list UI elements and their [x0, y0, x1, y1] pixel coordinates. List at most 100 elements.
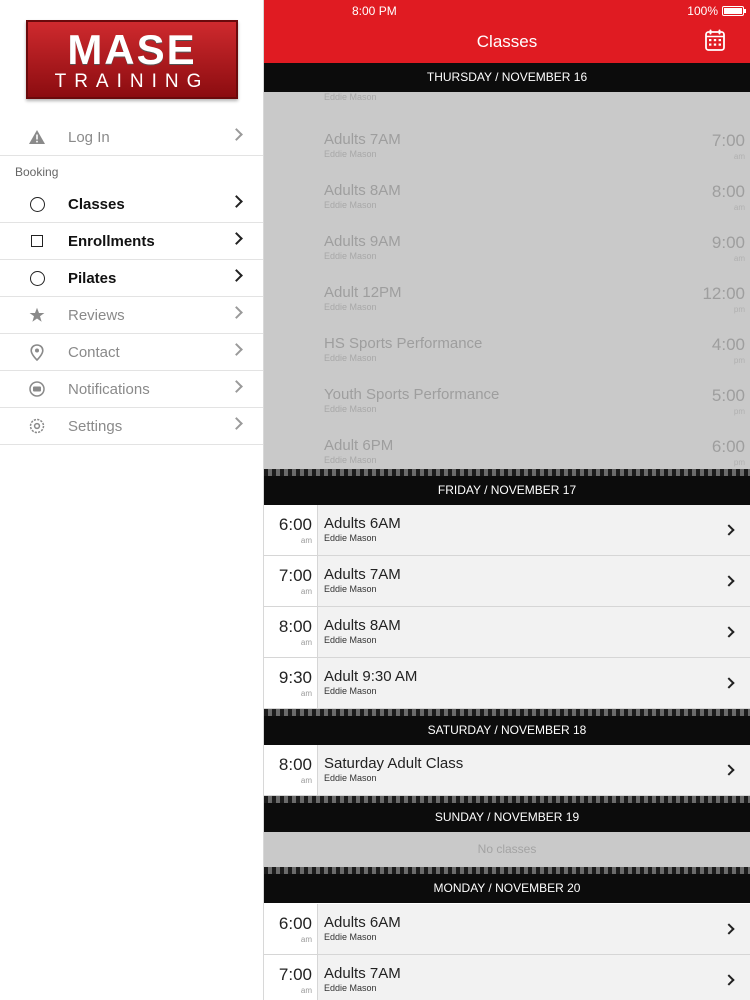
time-column: 7:00 am [264, 556, 318, 606]
class-instructor: Eddie Mason [324, 404, 377, 414]
class-time: 6:00 [711, 437, 745, 456]
status-bar: 8:00 PM 100% [264, 0, 750, 20]
sidebar-item-label: Pilates [68, 269, 117, 287]
circle-icon [28, 269, 46, 287]
list-item: 7:00 am Adults 7AM Eddie Mason [264, 121, 750, 172]
chevron-right-icon [723, 974, 735, 986]
time-column: 6:00 am [264, 505, 318, 555]
class-instructor: Eddie Mason [324, 686, 377, 696]
warning-icon [28, 128, 46, 146]
divider-strip [264, 469, 750, 476]
class-ampm: am [300, 776, 312, 785]
class-row[interactable]: 8:00 am Saturday Adult Class Eddie Mason [264, 745, 750, 796]
class-instructor: Eddie Mason [324, 251, 377, 261]
sidebar-item-login[interactable]: Log In [0, 119, 263, 156]
sidebar-item-pilates[interactable]: Pilates [0, 260, 263, 297]
sidebar-item-label: Log In [68, 128, 110, 146]
class-time: 8:00 [711, 182, 745, 201]
chevron-right-icon [230, 128, 243, 141]
list-item: 5:00 pm Youth Sports Performance Eddie M… [264, 376, 750, 427]
list-item: 12:00 pm Adult 12PM Eddie Mason [264, 274, 750, 325]
class-time: 12:00 [702, 284, 745, 303]
time-column: 6:00 am [264, 904, 318, 954]
divider-strip [264, 867, 750, 874]
chevron-right-icon [723, 923, 735, 935]
past-day-classes: Eddie Mason 7:00 am Adults 7AM Eddie Mas… [264, 92, 750, 469]
time-column: 9:30 am [264, 658, 318, 708]
class-name: Adults 6AM [324, 914, 401, 931]
star-icon [28, 306, 46, 324]
chevron-right-icon [230, 195, 243, 208]
class-ampm: am [733, 152, 745, 161]
page-title: Classes [476, 32, 538, 51]
class-name: Adults 7AM [324, 131, 401, 148]
class-row[interactable]: 6:00 am Adults 6AM Eddie Mason [264, 505, 750, 556]
section-label-booking: Booking [15, 165, 59, 179]
logo-text-bottom: TRAINING [54, 71, 210, 92]
class-schedule[interactable]: THURSDAY / NOVEMBER 16 Eddie Mason 7:00 … [264, 63, 750, 1000]
circle-icon [28, 195, 46, 213]
sidebar-item-contact[interactable]: Contact [0, 334, 263, 371]
class-name: Youth Sports Performance [324, 386, 500, 403]
time-column: 8:00 am [264, 745, 318, 795]
sidebar-item-settings[interactable]: Settings [0, 408, 263, 445]
sidebar-item-label: Notifications [68, 380, 150, 398]
class-row[interactable]: 7:00 am Adults 7AM Eddie Mason [264, 955, 750, 1000]
class-name: HS Sports Performance [324, 335, 483, 352]
class-instructor: Eddie Mason [324, 932, 377, 942]
class-row[interactable]: 6:00 am Adults 6AM Eddie Mason [264, 904, 750, 955]
square-icon [28, 232, 46, 250]
sidebar-item-notifications[interactable]: Notifications [0, 371, 263, 408]
class-ampm: am [300, 638, 312, 647]
class-row[interactable]: 9:30 am Adult 9:30 AM Eddie Mason [264, 658, 750, 709]
battery-indicator: 100% [687, 4, 746, 18]
class-instructor: Eddie Mason [324, 584, 377, 594]
class-ampm: am [300, 536, 312, 545]
class-time: 8:00 [278, 617, 312, 636]
class-time: 9:30 [278, 668, 312, 687]
class-time: 7:00 [278, 566, 312, 585]
chevron-right-icon [723, 575, 735, 587]
class-instructor: Eddie Mason [324, 302, 377, 312]
chat-bubble-icon [28, 380, 46, 398]
sidebar-item-reviews[interactable]: Reviews [0, 297, 263, 334]
divider-strip [264, 796, 750, 803]
class-name: Adults 9AM [324, 233, 401, 250]
class-row[interactable]: 7:00 am Adults 7AM Eddie Mason [264, 556, 750, 607]
list-item: 9:00 am Adults 9AM Eddie Mason [264, 223, 750, 274]
class-time: 7:00 [711, 131, 745, 150]
class-time: 4:00 [711, 335, 745, 354]
class-instructor: Eddie Mason [324, 353, 377, 363]
class-row[interactable]: 8:00 am Adults 8AM Eddie Mason [264, 607, 750, 658]
class-name: Adult 12PM [324, 284, 402, 301]
nav-header: Classes [264, 20, 750, 63]
chevron-right-icon [230, 343, 243, 356]
sidebar: MASE TRAINING Log In Booking Classes Enr… [0, 0, 264, 1000]
class-name: Adults 6AM [324, 515, 401, 532]
class-name: Adults 8AM [324, 182, 401, 199]
chevron-right-icon [723, 677, 735, 689]
sidebar-item-label: Reviews [68, 306, 125, 324]
class-instructor: Eddie Mason [324, 149, 377, 159]
class-instructor: Eddie Mason [324, 455, 377, 465]
class-instructor: Eddie Mason [324, 635, 377, 645]
day-header: SATURDAY / NOVEMBER 18 [264, 716, 750, 745]
sidebar-item-label: Classes [68, 195, 125, 213]
class-name: Adults 7AM [324, 965, 401, 982]
sidebar-item-label: Settings [68, 417, 123, 435]
chevron-right-icon [230, 380, 243, 393]
chevron-right-icon [230, 417, 243, 430]
time-column: 8:00 am [264, 607, 318, 657]
class-time: 8:00 [278, 755, 312, 774]
calendar-icon[interactable] [705, 29, 725, 51]
sidebar-item-label: Enrollments [68, 232, 155, 250]
class-ampm: pm [733, 458, 745, 467]
sidebar-item-classes[interactable]: Classes [0, 186, 263, 223]
chevron-right-icon [230, 306, 243, 319]
class-ampm: am [300, 587, 312, 596]
class-ampm: pm [733, 356, 745, 365]
sidebar-item-enrollments[interactable]: Enrollments [0, 223, 263, 260]
divider-strip [264, 709, 750, 716]
class-name: Saturday Adult Class [324, 755, 464, 772]
no-classes-message: No classes [264, 832, 750, 867]
